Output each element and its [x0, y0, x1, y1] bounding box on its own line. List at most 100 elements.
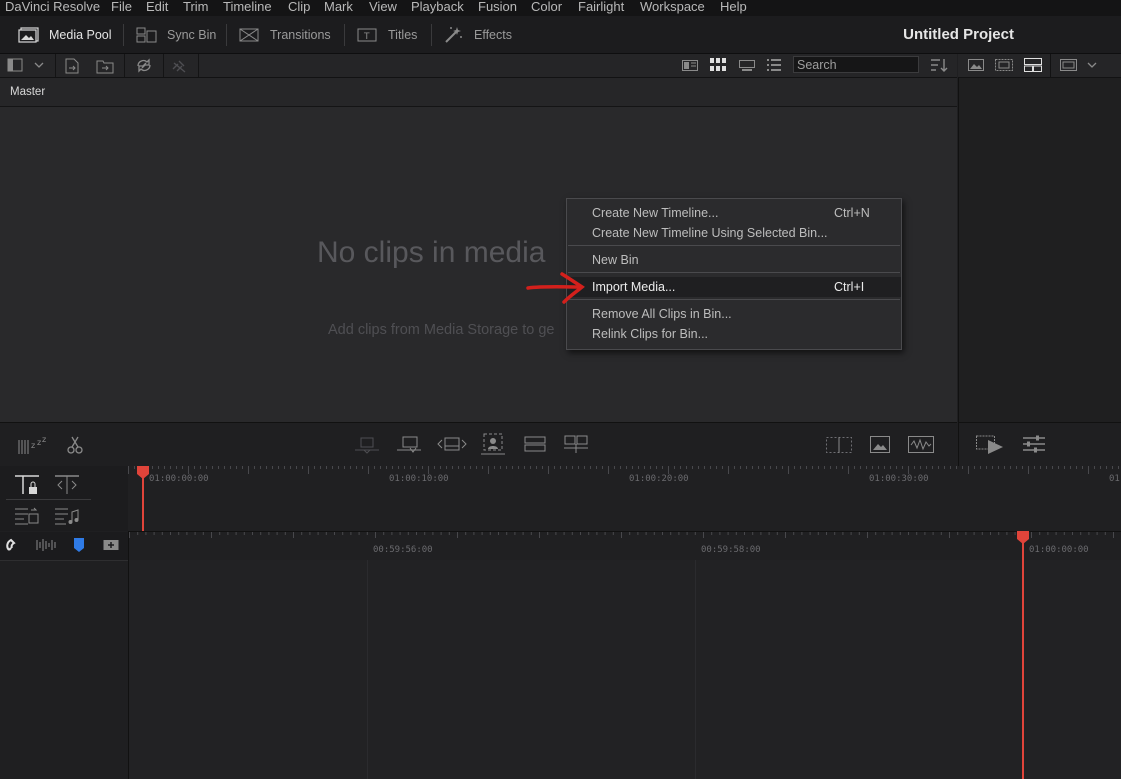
import-folder-icon[interactable]	[96, 58, 114, 74]
media-pool-bottom-toolbar: zzz	[0, 422, 957, 467]
insert-clip-icon[interactable]	[354, 436, 380, 454]
menu-item-label: Create New Timeline...	[592, 206, 719, 220]
link-icon[interactable]	[171, 58, 189, 74]
bin-path-bar: Master	[0, 78, 957, 107]
menu-item-label: Relink Clips for Bin...	[592, 327, 709, 341]
effects-button[interactable]: Effects	[443, 16, 512, 53]
lower-ruler-ticks	[129, 532, 1114, 538]
timeline-toggles	[0, 532, 128, 561]
menu-fairlight[interactable]: Fairlight	[578, 0, 624, 14]
menu-item-label: Import Media...	[592, 280, 676, 294]
menu-item-label: Remove All Clips in Bin...	[592, 307, 732, 321]
menu-davinci-resolve[interactable]: DaVinci Resolve	[5, 0, 100, 14]
image-view-icon[interactable]	[968, 59, 984, 71]
menu-timeline[interactable]: Timeline	[223, 0, 272, 14]
menu-item-label: New Bin	[592, 253, 639, 267]
track-header-panel	[0, 532, 129, 779]
sidebar-toggle-icon[interactable]	[7, 58, 47, 72]
svg-text:z: z	[31, 441, 35, 450]
play-clip-icon[interactable]	[976, 434, 1004, 456]
menu-fusion[interactable]: Fusion	[478, 0, 517, 14]
upper-timeline-ruler[interactable]: 01:00:00:00 01:00:10:00 01:00:20:00 01:0…	[128, 466, 1121, 532]
effects-label: Effects	[474, 27, 512, 42]
tools-divider	[6, 499, 91, 500]
playhead-line	[1022, 540, 1024, 779]
metadata-view-icon[interactable]	[682, 60, 698, 71]
menu-view[interactable]: View	[369, 0, 397, 14]
playhead-line	[142, 476, 144, 531]
lower-timeline-ruler[interactable]: 00:59:56:00 00:59:58:00 01:00:00:00	[129, 532, 1121, 560]
svg-text:z: z	[42, 435, 46, 444]
transitions-label: Transitions	[270, 27, 331, 42]
menu-item-new-bin[interactable]: New Bin	[567, 250, 901, 270]
audio-track-height-icon[interactable]	[54, 506, 80, 526]
menu-trim[interactable]: Trim	[183, 0, 209, 14]
menu-item-relink-clips[interactable]: Relink Clips for Bin...	[567, 324, 901, 344]
frame-view-icon[interactable]	[995, 59, 1013, 71]
timeline-tracks[interactable]	[129, 560, 1121, 779]
viewer-panel	[958, 78, 1121, 422]
toolbar-divider	[431, 24, 432, 46]
thumbnail-view-icon[interactable]	[710, 58, 727, 72]
scissors-icon[interactable]	[67, 436, 83, 454]
sync-icon[interactable]	[135, 57, 153, 74]
search-input[interactable]: Search	[793, 56, 919, 73]
playhead-handle-icon[interactable]	[136, 466, 150, 480]
media-pool-button[interactable]: Media Pool	[18, 16, 112, 53]
filmstrip-view-icon[interactable]	[739, 60, 755, 71]
menu-item-create-timeline-selected-bin[interactable]: Create New Timeline Using Selected Bin..…	[567, 223, 901, 243]
overwrite-clip-icon[interactable]	[396, 435, 422, 455]
menu-mark[interactable]: Mark	[324, 0, 353, 14]
video-track-height-icon[interactable]	[14, 506, 40, 526]
snapping-magnet-icon[interactable]	[6, 538, 22, 554]
menu-playback[interactable]: Playback	[411, 0, 464, 14]
source-viewer-icon[interactable]	[826, 437, 852, 453]
flag-icon[interactable]	[73, 537, 85, 553]
menu-color[interactable]: Color	[531, 0, 562, 14]
menu-item-shortcut: Ctrl+N	[834, 206, 870, 220]
header-divider	[1050, 54, 1051, 77]
menu-clip[interactable]: Clip	[288, 0, 310, 14]
menu-item-remove-all-clips[interactable]: Remove All Clips in Bin...	[567, 304, 901, 324]
titles-button[interactable]: T Titles	[357, 16, 417, 53]
add-marker-icon[interactable]	[103, 538, 119, 552]
lock-track-icon[interactable]	[14, 474, 40, 496]
sleep-icon[interactable]: zzz	[18, 435, 48, 455]
toolbar-divider	[344, 24, 345, 46]
menu-separator	[568, 272, 900, 273]
transitions-button[interactable]: Transitions	[239, 16, 331, 53]
menu-separator	[568, 299, 900, 300]
menu-edit[interactable]: Edit	[146, 0, 168, 14]
split-view-icon[interactable]	[1024, 58, 1042, 72]
toolbar-divider	[226, 24, 227, 46]
import-clip-icon[interactable]	[64, 58, 80, 74]
header-divider	[124, 54, 125, 77]
place-on-top-icon[interactable]	[480, 432, 506, 456]
timecode-label: 00:59:56:00	[373, 545, 433, 555]
ripple-overwrite-icon[interactable]	[563, 434, 589, 454]
transitions-icon	[239, 27, 260, 43]
bin-name-master[interactable]: Master	[10, 86, 45, 98]
menu-file[interactable]: File	[111, 0, 132, 14]
trim-edit-icon[interactable]	[54, 474, 80, 496]
list-view-icon[interactable]	[767, 59, 781, 71]
sync-bin-button[interactable]: Sync Bin	[136, 16, 216, 53]
menu-help[interactable]: Help	[720, 0, 747, 14]
clip-preview-icon[interactable]	[870, 436, 890, 453]
menu-workspace[interactable]: Workspace	[640, 0, 705, 14]
linked-selection-icon[interactable]	[36, 538, 56, 552]
timecode-label: 01:00:20:00	[629, 474, 689, 484]
project-title: Untitled Project	[903, 26, 1014, 43]
sort-icon[interactable]	[930, 58, 948, 73]
menu-item-create-new-timeline[interactable]: Create New Timeline... Ctrl+N	[567, 203, 901, 223]
replace-clip-icon[interactable]	[437, 435, 467, 453]
playhead-handle-icon[interactable]	[1016, 531, 1030, 545]
append-end-icon[interactable]	[523, 435, 547, 453]
viewer-mode-icon[interactable]	[1060, 59, 1102, 71]
magic-wand-icon	[443, 26, 464, 44]
svg-text:z: z	[37, 438, 41, 447]
audio-waveform-icon[interactable]	[908, 436, 934, 453]
settings-sliders-icon[interactable]	[1022, 435, 1046, 453]
menu-item-label: Create New Timeline Using Selected Bin..…	[592, 226, 828, 240]
menu-item-import-media[interactable]: Import Media... Ctrl+I	[567, 277, 901, 297]
